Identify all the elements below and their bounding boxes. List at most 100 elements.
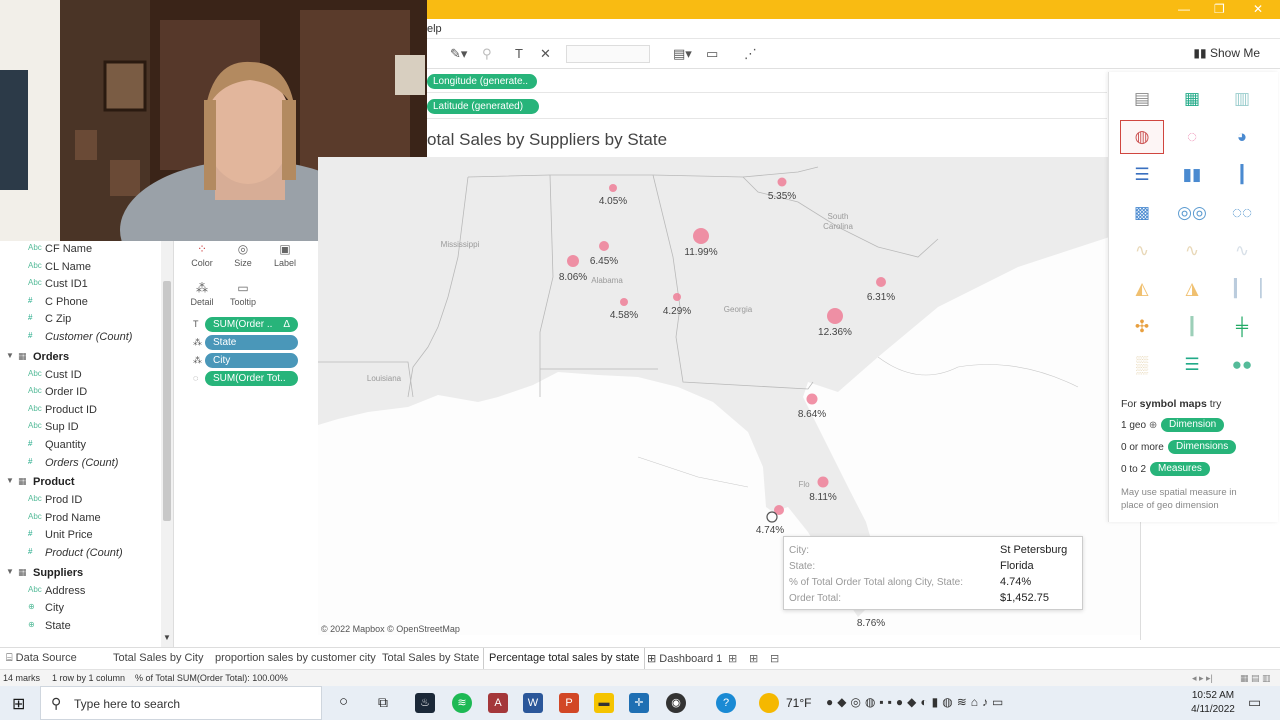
tab-data-source[interactable]: ⌸ Data Source [6, 652, 77, 665]
show-me-chart-type-icon[interactable]: ▮▮ [1170, 158, 1214, 192]
fit-dropdown[interactable] [566, 45, 650, 63]
field-item[interactable]: # Orders (Count) [0, 455, 160, 472]
cards-icon[interactable]: ▤▾ [673, 46, 692, 62]
tableau-icon[interactable]: ✛ [629, 693, 649, 713]
sheet-nav-icons[interactable]: ◂ ▸ ▸| [1192, 673, 1213, 684]
field-item[interactable]: Abc Prod ID [0, 492, 160, 509]
marks-pill[interactable]: SUM(Order Tot.. [205, 371, 298, 386]
marks-pill[interactable]: SUM(Order .. Δ [205, 317, 298, 332]
share-icon[interactable]: ⋰ [744, 46, 757, 62]
help-app-icon[interactable]: ? [716, 693, 736, 713]
columns-pill-longitude[interactable]: Longitude (generate.. [427, 74, 537, 89]
tab-dashboard-1[interactable]: ⊞ Dashboard 1 [647, 652, 722, 665]
marks-pill[interactable]: City [205, 353, 298, 368]
obs-icon[interactable]: ◉ [666, 693, 686, 713]
field-item[interactable]: # Product (Count) [0, 545, 160, 562]
show-me-button[interactable]: ▮▮ Show Me [1193, 46, 1260, 60]
table-header-suppliers[interactable]: ▼ ▦ Suppliers [0, 564, 160, 582]
new-dashboard-icon[interactable]: ⊞ [749, 652, 758, 665]
map-point[interactable] [806, 393, 818, 405]
map-point[interactable] [876, 277, 886, 287]
show-me-chart-type-icon[interactable]: ▩ [1120, 196, 1164, 230]
show-me-chart-type-icon[interactable]: ▥ [1220, 82, 1264, 116]
close-icon[interactable]: ✕ [1253, 2, 1263, 16]
field-item[interactable]: ⊕ State [0, 618, 160, 635]
marks-color-button[interactable]: ⁘ Color [182, 241, 222, 277]
collapse-icon[interactable]: ▼ [6, 567, 14, 576]
field-item[interactable]: Abc CL Name [0, 259, 160, 276]
maximize-icon[interactable]: ❐ [1214, 2, 1225, 16]
show-me-chart-type-icon[interactable]: ◭ [1120, 272, 1164, 306]
show-me-chart-type-icon[interactable]: ▤ [1120, 82, 1164, 116]
marks-size-button[interactable]: ◎ Size [223, 241, 263, 277]
show-me-chart-type-icon[interactable]: ☰ [1170, 348, 1214, 382]
attach-icon[interactable]: ⚲ [482, 46, 492, 62]
field-item[interactable]: Abc Order ID [0, 384, 160, 401]
show-me-chart-type-icon[interactable]: ●● [1220, 348, 1264, 382]
map-point[interactable] [827, 308, 843, 324]
field-item[interactable]: Abc Cust ID1 [0, 276, 160, 293]
show-me-chart-type-icon[interactable]: ◌◌ [1220, 196, 1264, 230]
new-sheet-icon[interactable]: ⊞ [728, 652, 737, 665]
map-point[interactable] [693, 228, 709, 244]
notification-icon[interactable]: ▭ [1248, 694, 1261, 711]
powerpoint-icon[interactable]: P [559, 693, 579, 713]
system-tray-icons[interactable]: ●◆◎◍▪▪●◆◐▮◍≋⌂♪▭ [826, 695, 1007, 709]
scrollbar-thumb[interactable] [163, 281, 171, 521]
map-point[interactable] [777, 177, 787, 187]
collapse-icon[interactable]: ▼ [6, 351, 14, 360]
show-me-chart-type-icon[interactable]: ◌ [1170, 120, 1214, 154]
collapse-icon[interactable]: ▼ [6, 476, 14, 485]
show-me-chart-type-icon[interactable]: ▕▏▕ [1220, 272, 1264, 306]
marks-pill[interactable]: State [205, 335, 298, 350]
show-me-chart-type-icon[interactable]: ◎◎ [1170, 196, 1214, 230]
show-me-chart-type-icon[interactable]: ◮ [1170, 272, 1214, 306]
field-item[interactable]: Abc Prod Name [0, 510, 160, 527]
steam-icon[interactable]: ♨ [415, 693, 435, 713]
marks-label-button[interactable]: ▣ Label [265, 241, 305, 277]
map-point[interactable] [620, 298, 628, 306]
field-item[interactable]: # Unit Price [0, 527, 160, 544]
field-item[interactable]: # C Zip [0, 311, 160, 328]
map-point[interactable] [609, 184, 617, 192]
show-me-chart-type-icon[interactable]: ∿ [1220, 234, 1264, 268]
new-story-icon[interactable]: ⊟ [770, 652, 779, 665]
field-item[interactable]: # Customer (Count) [0, 329, 160, 346]
map-point[interactable] [817, 476, 829, 488]
pin-icon[interactable]: ✕ [540, 46, 551, 62]
access-icon[interactable]: A [488, 693, 508, 713]
menu-help[interactable]: elp [427, 23, 442, 35]
field-item[interactable]: Abc Cust ID [0, 367, 160, 384]
field-item[interactable]: Abc Product ID [0, 402, 160, 419]
sticky-notes-icon[interactable]: ▬ [594, 693, 614, 713]
show-me-chart-type-icon[interactable]: ☰ [1120, 158, 1164, 192]
show-me-chart-type-icon[interactable]: ✣ [1120, 310, 1164, 344]
field-item[interactable]: ⊕ City [0, 600, 160, 617]
taskbar-clock[interactable]: 10:52 AM 4/11/2022 [1185, 689, 1241, 717]
text-format-icon[interactable]: T [515, 46, 523, 61]
marks-tooltip-button[interactable]: ▭ Tooltip [223, 280, 263, 316]
field-item[interactable]: # Quantity [0, 437, 160, 454]
tab-total-sales-by-city[interactable]: Total Sales by City [113, 652, 203, 664]
minimize-icon[interactable]: — [1178, 2, 1190, 16]
marks-detail-button[interactable]: ⁂ Detail [182, 280, 222, 316]
spotify-icon[interactable]: ≋ [452, 693, 472, 713]
show-me-chart-type-icon[interactable]: ◕ [1220, 120, 1264, 154]
show-me-chart-type-icon[interactable]: ▒ [1120, 348, 1164, 382]
data-pane-scrollbar[interactable]: ▼ [161, 241, 173, 648]
show-me-chart-type-icon[interactable]: ∿ [1120, 234, 1164, 268]
view-mode-icons[interactable]: ▦ ▤ ▥ [1240, 673, 1271, 684]
map-point[interactable] [599, 241, 609, 251]
rows-pill-latitude[interactable]: Latitude (generated) [427, 99, 539, 114]
show-me-chart-type-icon[interactable]: ▕▏ [1170, 310, 1214, 344]
scroll-down-icon[interactable]: ▼ [163, 633, 171, 642]
cortana-icon[interactable]: ○ [339, 693, 348, 710]
map-point[interactable] [567, 255, 579, 267]
field-item[interactable]: Abc CF Name [0, 241, 160, 258]
show-me-chart-type-icon[interactable]: ▦ [1170, 82, 1214, 116]
show-me-chart-type-icon[interactable]: ▕▏ [1220, 158, 1264, 192]
field-item[interactable]: # C Phone [0, 294, 160, 311]
field-item[interactable]: Abc Address [0, 583, 160, 600]
show-me-chart-type-icon[interactable]: ∿ [1170, 234, 1214, 268]
tab-total-sales-by-state[interactable]: Total Sales by State [382, 652, 479, 664]
